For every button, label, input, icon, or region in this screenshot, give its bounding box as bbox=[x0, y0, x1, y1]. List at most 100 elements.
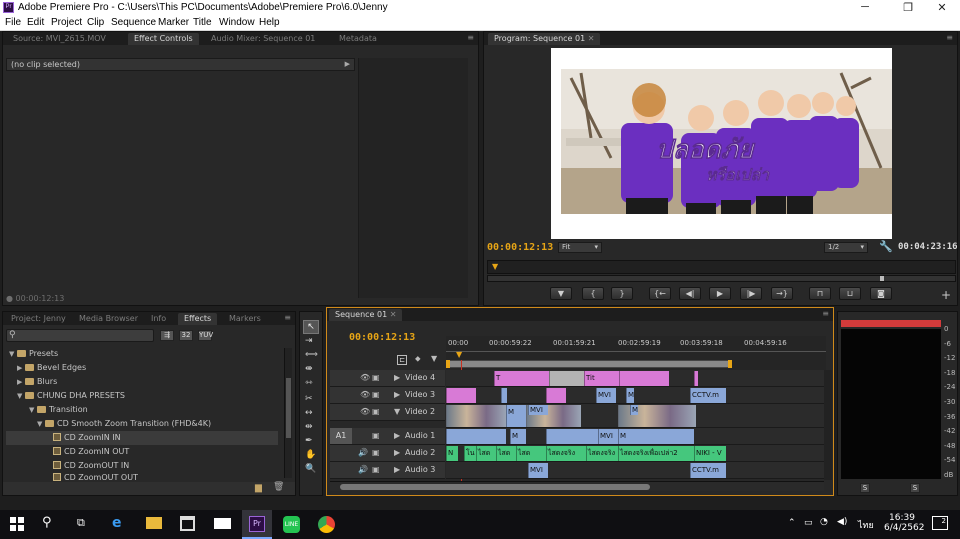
clip-mvi-small[interactable] bbox=[501, 388, 507, 403]
store-icon[interactable] bbox=[180, 516, 195, 531]
tree-item-cd-zoomout-in[interactable]: CD ZoomOUT IN bbox=[53, 459, 129, 473]
collapse-right-icon[interactable]: ▶ bbox=[394, 465, 400, 474]
clip-m-v3[interactable]: M bbox=[626, 388, 634, 403]
clip-mvi-v3[interactable]: MVI bbox=[596, 388, 616, 403]
lock-icon[interactable]: ▣ bbox=[372, 431, 380, 440]
clip-title[interactable]: T bbox=[494, 371, 549, 386]
pen-tool-icon[interactable]: ✒ bbox=[305, 436, 313, 446]
accelerated-effects-icon[interactable]: ⇶ bbox=[160, 330, 174, 341]
windows-start-icon[interactable] bbox=[10, 517, 24, 531]
close-button[interactable]: ✕ bbox=[932, 1, 952, 14]
tree-item-cd-zoomin-out[interactable]: CD ZoomIN OUT bbox=[53, 445, 129, 459]
tab-program[interactable]: Program: Sequence 01 ✕ bbox=[488, 33, 601, 45]
clip-audio-thai1[interactable]: โน bbox=[464, 446, 476, 461]
show-hidden-icons-icon[interactable]: ⌃ bbox=[788, 518, 796, 528]
clip-tit[interactable]: Tit bbox=[584, 371, 619, 386]
tab-audio-mixer[interactable]: Audio Mixer: Sequence 01 bbox=[205, 33, 321, 45]
expand-right-icon[interactable]: ▶ bbox=[17, 375, 25, 389]
timeline-vertical-scrollbar[interactable] bbox=[824, 370, 832, 480]
add-button-icon[interactable]: + bbox=[941, 288, 951, 302]
track-header-video-4[interactable]: 👁 ▣ ▶ Video 4 bbox=[330, 370, 445, 387]
track-header-video-3[interactable]: 👁 ▣ ▶ Video 3 bbox=[330, 387, 445, 404]
extract-button[interactable]: ⊔ bbox=[839, 287, 861, 300]
battery-icon[interactable]: ▭ bbox=[804, 518, 813, 528]
add-marker-button[interactable]: ▼ bbox=[550, 287, 572, 300]
expand-down-icon[interactable]: ▼ bbox=[29, 403, 37, 417]
slide-tool-icon[interactable]: ⇹ bbox=[305, 422, 313, 432]
export-frame-button[interactable]: ◙ bbox=[870, 287, 892, 300]
collapse-right-icon[interactable]: ▶ bbox=[394, 390, 400, 399]
tab-media-browser[interactable]: Media Browser bbox=[73, 313, 144, 325]
wrench-icon[interactable]: 🔧 bbox=[879, 240, 893, 253]
clock[interactable]: 16:39 6/4/2562 bbox=[884, 513, 924, 533]
track-header-audio-3[interactable]: 🔊 ▣ ▶ Audio 3 bbox=[330, 462, 445, 479]
clip-mvi-a3[interactable]: MVI bbox=[528, 463, 548, 478]
play-button[interactable]: ▶ bbox=[709, 287, 731, 300]
collapse-right-icon[interactable]: ▶ bbox=[394, 431, 400, 440]
tree-item-bevel-edges[interactable]: ▶ Bevel Edges bbox=[17, 361, 86, 375]
menu-marker[interactable]: Marker bbox=[158, 17, 189, 28]
menu-help[interactable]: Help bbox=[259, 17, 280, 28]
clip-title-c[interactable] bbox=[694, 371, 698, 386]
track-select-tool-icon[interactable]: ⇥ bbox=[305, 336, 313, 346]
effects-scroll-thumb[interactable] bbox=[286, 378, 291, 438]
mail-icon[interactable] bbox=[214, 518, 231, 529]
clip-video-thumbs-a[interactable] bbox=[446, 405, 506, 427]
tab-sequence-01[interactable]: Sequence 01 ✕ bbox=[329, 309, 403, 321]
new-folder-icon[interactable]: ▆ bbox=[255, 483, 262, 493]
search-icon[interactable]: ⚲ bbox=[42, 515, 52, 530]
clip-gap[interactable] bbox=[549, 371, 584, 386]
yuv-effects-icon[interactable]: YUV bbox=[198, 330, 213, 341]
eye-icon[interactable]: 👁 bbox=[360, 373, 370, 382]
selection-tool-icon[interactable]: ↖ bbox=[303, 320, 319, 334]
timeline-horizontal-scrollbar[interactable] bbox=[330, 481, 824, 491]
solo-left-button[interactable]: S bbox=[860, 483, 870, 493]
clip-m-a1b[interactable]: M bbox=[618, 429, 694, 444]
minimize-button[interactable]: ─ bbox=[855, 1, 875, 13]
menu-title[interactable]: Title bbox=[193, 17, 212, 28]
clip-m2-v2[interactable]: M bbox=[630, 405, 638, 415]
expand-right-icon[interactable]: ▶ bbox=[17, 361, 25, 375]
clip-audio-n[interactable]: N bbox=[446, 446, 458, 461]
ripple-edit-tool-icon[interactable]: ⟺ bbox=[305, 350, 318, 360]
collapse-right-icon[interactable]: ▶ bbox=[394, 373, 400, 382]
tab-effects[interactable]: Effects bbox=[178, 313, 218, 325]
speaker-icon[interactable]: 🔊 bbox=[358, 448, 368, 457]
audio-target-a1[interactable]: A1 bbox=[330, 428, 352, 444]
timeline-timecode[interactable]: 00:00:12:13 bbox=[349, 332, 415, 343]
step-forward-button[interactable]: |▶ bbox=[740, 287, 762, 300]
go-to-in-button[interactable]: {← bbox=[649, 287, 671, 300]
track-header-audio-2[interactable]: 🔊 ▣ ▶ Audio 2 bbox=[330, 445, 445, 462]
tree-item-chung-dha[interactable]: ▼ CHUNG DHA PRESETS bbox=[17, 389, 125, 403]
tab-effect-controls[interactable]: Effect Controls bbox=[128, 33, 199, 45]
lock-icon[interactable]: ▣ bbox=[372, 448, 380, 457]
clip-audio-a1[interactable] bbox=[446, 429, 506, 444]
program-zoom-scrollbar[interactable] bbox=[487, 275, 956, 282]
lock-icon[interactable]: ▣ bbox=[372, 373, 380, 382]
task-view-icon[interactable]: ⧉ bbox=[77, 516, 85, 530]
tree-item-transition[interactable]: ▼ Transition bbox=[29, 403, 88, 417]
program-menu-icon[interactable]: ≡ bbox=[946, 33, 953, 42]
resolution-select[interactable]: 1/2 ▾ bbox=[824, 242, 868, 253]
input-language[interactable]: ไทย bbox=[858, 518, 874, 532]
step-back-button[interactable]: ◀| bbox=[679, 287, 701, 300]
clip-audio-niki[interactable]: NIKI - V bbox=[694, 446, 726, 461]
snap-icon[interactable]: ⊏ bbox=[397, 355, 407, 365]
menu-sequence[interactable]: Sequence bbox=[111, 17, 156, 28]
program-scroll-handle[interactable] bbox=[880, 276, 884, 281]
lift-button[interactable]: ⊓ bbox=[809, 287, 831, 300]
volume-icon[interactable]: ◀) bbox=[837, 517, 847, 527]
speaker-icon[interactable]: 🔊 bbox=[358, 465, 368, 474]
tab-metadata[interactable]: Metadata bbox=[333, 33, 383, 45]
track-header-audio-1[interactable]: A1 ▣ ▶ Audio 1 bbox=[330, 428, 445, 445]
tab-project[interactable]: Project: Jenny bbox=[5, 313, 72, 325]
timeline-menu-icon[interactable]: ≡ bbox=[822, 309, 829, 318]
edge-icon[interactable]: e bbox=[112, 515, 122, 531]
work-area-bar[interactable] bbox=[446, 360, 730, 368]
rate-stretch-tool-icon[interactable]: ⇿ bbox=[305, 378, 313, 388]
clip-m-v2[interactable]: M bbox=[506, 405, 526, 427]
tree-item-cd-zoomin-in[interactable]: CD ZoomIN IN bbox=[6, 431, 278, 445]
tree-item-cd-zoomout-out[interactable]: CD ZoomOUT OUT bbox=[53, 473, 138, 481]
chrome-icon[interactable] bbox=[318, 516, 335, 533]
tree-item-cd-smooth-zoom[interactable]: ▼ CD Smooth Zoom Transition (FHD&4K) bbox=[37, 417, 211, 431]
